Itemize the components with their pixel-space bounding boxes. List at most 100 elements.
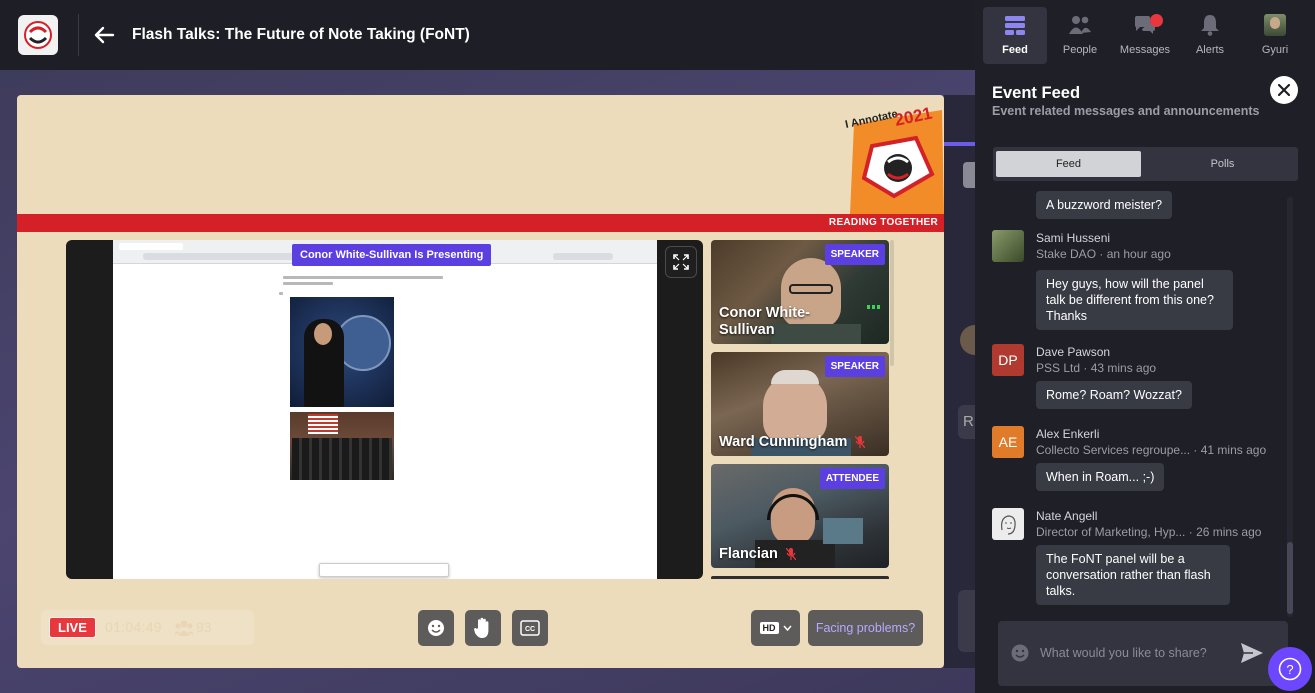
message-time: 41 mins ago (1200, 443, 1267, 457)
screen-share-toast (319, 563, 449, 577)
mic-off-icon (855, 436, 866, 449)
tab-feed[interactable]: Feed (983, 7, 1047, 64)
stage-banner-band (17, 214, 944, 232)
message-time: 26 mins ago (1196, 525, 1262, 539)
participant-name-row: Flancian (719, 546, 796, 563)
video-tile[interactable]: SPEAKER Ward Cunningham (711, 352, 889, 456)
send-icon[interactable] (1240, 642, 1264, 664)
side-nav: Feed People Messages Alerts Gyuri (975, 0, 1315, 70)
video-tile[interactable] (711, 576, 889, 579)
i-annotate-badge: I Annotate 2021 (844, 103, 944, 214)
sender-meta: Collecto Services regroupe... · 41 mins … (1036, 443, 1267, 457)
avatar (992, 230, 1024, 262)
smiley-icon (428, 620, 444, 636)
sender-org: Stake DAO (1036, 247, 1097, 261)
sender-name: Alex Enkerli (1036, 427, 1100, 441)
stage: READING TOGETHER I Annotate 2021 Conor W… (17, 95, 944, 668)
background-chip (963, 162, 975, 188)
tab-profile[interactable]: Gyuri (1243, 7, 1307, 64)
expand-icon (673, 254, 689, 270)
close-panel-button[interactable] (1270, 76, 1298, 104)
panel-subtitle: Event related messages and announcements (992, 104, 1260, 118)
message-bubble: When in Roam... ;-) (1036, 463, 1165, 491)
event-logo[interactable] (18, 15, 58, 55)
sender-meta: Stake DAO · an hour ago (1036, 247, 1171, 261)
tab-label: Feed (1002, 44, 1028, 56)
background-box (958, 590, 975, 652)
compose-box (998, 621, 1288, 686)
shared-screen-content (113, 240, 657, 579)
message-input[interactable] (1040, 643, 1240, 663)
tiles-scrollbar[interactable] (890, 240, 894, 366)
session-timer: 01:04:49 (105, 619, 162, 635)
svg-text:?: ? (1286, 662, 1293, 677)
back-arrow-icon[interactable] (93, 24, 115, 46)
quality-label: HD (759, 622, 779, 634)
video-tile[interactable]: SPEAKER Conor White- Sullivan (711, 240, 889, 344)
reactions-button[interactable] (418, 610, 454, 646)
unread-badge (1150, 14, 1163, 27)
user-avatar (1264, 14, 1286, 36)
svg-text:CC: CC (525, 626, 535, 633)
feed-list: A buzzword meister? Sami Husseni Stake D… (975, 187, 1315, 620)
tab-polls[interactable]: Polls (1150, 151, 1295, 177)
sender-name: Sami Husseni (1036, 231, 1111, 245)
tab-people[interactable]: People (1048, 7, 1112, 64)
bell-icon (1201, 15, 1219, 36)
raise-hand-button[interactable] (465, 610, 501, 646)
message-bubble: Rome? Roam? Wozzat? (1036, 381, 1192, 409)
feed-polls-switch: Feed Polls (993, 147, 1298, 181)
emoji-icon[interactable] (1011, 644, 1029, 662)
sender-meta: PSS Ltd · 43 mins ago (1036, 361, 1157, 375)
sender-org: Collecto Services regroupe... (1036, 443, 1191, 457)
role-badge: ATTENDEE (819, 468, 885, 489)
participant-name: Flancian (719, 546, 778, 562)
live-status-bar: LIVE 01:04:49 93 (41, 610, 254, 645)
attendees-icon (174, 620, 194, 636)
top-bar: Flash Talks: The Future of Note Taking (… (0, 0, 975, 70)
help-icon: ? (1278, 657, 1302, 681)
hand-icon (474, 617, 489, 638)
sender-name: Nate Angell (1036, 509, 1098, 523)
panel-title: Event Feed (992, 84, 1081, 102)
participant-name: Conor White- Sullivan (719, 305, 811, 338)
captions-button[interactable]: CC (512, 610, 548, 646)
close-icon (1278, 84, 1290, 96)
tab-messages[interactable]: Messages (1113, 7, 1177, 64)
help-button[interactable]: ? (1268, 647, 1312, 691)
mic-off-icon (785, 548, 796, 561)
sender-org: Director of Marketing, Hyp... (1036, 525, 1186, 539)
message-bubble: The FoNT panel will be a conversation ra… (1036, 545, 1230, 605)
feed-icon (1005, 16, 1025, 35)
tab-label: Alerts (1195, 44, 1225, 56)
chevron-down-icon (782, 625, 792, 631)
quality-selector[interactable]: HD (751, 610, 800, 646)
tab-feed-list[interactable]: Feed (996, 151, 1141, 177)
fullscreen-button[interactable] (665, 246, 697, 278)
feed-scrollbar[interactable] (1287, 542, 1293, 614)
avatar: AE (992, 426, 1024, 458)
participant-name: Ward Cunningham (719, 434, 848, 450)
audio-level-icon (867, 305, 880, 309)
side-panel: Feed People Messages Alerts Gyuri Event … (975, 0, 1315, 693)
tab-alerts[interactable]: Alerts (1178, 7, 1242, 64)
stage-banner-text: READING TOGETHER (828, 217, 938, 228)
background-accent-bar (944, 142, 975, 146)
screen-share[interactable]: Conor White-Sullivan Is Presenting (66, 240, 703, 579)
live-badge: LIVE (49, 617, 96, 638)
people-icon (1069, 16, 1091, 34)
message-bubble: Hey guys, how will the panel talk be dif… (1036, 270, 1233, 330)
tab-label: Messages (1119, 44, 1171, 56)
role-badge: SPEAKER (824, 356, 885, 377)
background-text: R (958, 405, 975, 439)
closed-captions-icon: CC (520, 620, 540, 636)
sender-org: PSS Ltd (1036, 361, 1081, 375)
video-tiles: SPEAKER Conor White- Sullivan SPEAKER Wa… (711, 240, 889, 579)
avatar: DP (992, 344, 1024, 376)
participant-name-row: Ward Cunningham (719, 434, 866, 451)
facing-problems-button[interactable]: Facing problems? (808, 610, 923, 646)
video-tile[interactable]: ATTENDEE Flancian (711, 464, 889, 568)
sender-name: Dave Pawson (1036, 345, 1111, 359)
avatar (992, 508, 1024, 540)
shared-photo-1 (290, 297, 394, 407)
